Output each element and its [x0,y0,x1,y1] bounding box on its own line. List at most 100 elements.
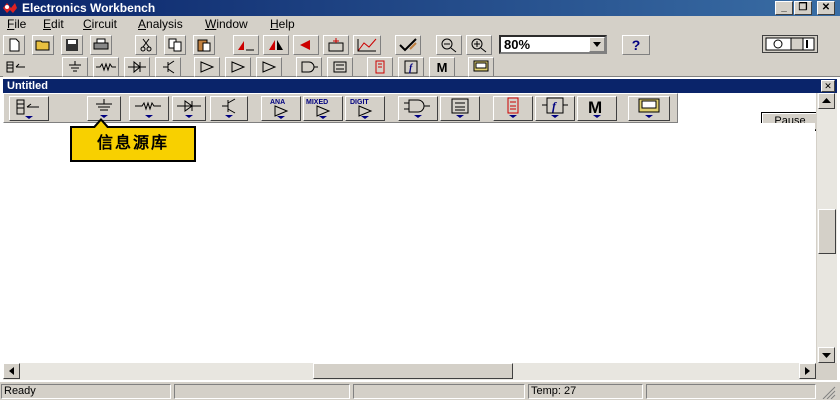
misc-icon: M [588,98,602,118]
minimize-button[interactable]: _ [775,1,793,15]
parts-bin-toggle-button[interactable] [3,57,29,77]
instruments-bin-button[interactable] [468,57,494,77]
open-folder-icon [35,40,50,51]
instrument-icon [638,98,660,118]
digital-bin-button[interactable] [440,96,480,121]
paste-button[interactable] [193,35,215,55]
svg-text:MIXED: MIXED [306,99,328,106]
properties-icon [328,38,344,52]
basic-bin-button[interactable] [93,57,119,77]
chevron-down-icon[interactable] [589,37,605,52]
status-bar: Ready Temp: 27 [0,382,840,400]
zoom-in-button[interactable] [466,35,492,55]
basic-bin-button[interactable] [129,96,169,121]
flip-vertical-button[interactable] [293,35,319,55]
paste-clipboard-icon [197,39,211,52]
zoom-level-select[interactable]: 80% [499,35,607,54]
parts-bin-icon [6,61,25,73]
horizontal-scrollbar[interactable] [3,363,816,380]
document-close-button[interactable]: ✕ [821,80,835,92]
tooltip-pointer-fill [94,121,108,129]
opamp-icon: ANA [270,99,289,119]
scroll-left-button[interactable] [3,363,20,379]
analog-ics-bin-button[interactable] [194,57,220,77]
zoom-out-icon [441,38,457,53]
logic-gates-bin-button[interactable] [296,57,322,77]
menu-analysis[interactable]: Analysis [138,17,183,31]
parts-bin-button[interactable] [9,96,49,121]
diode-icon [128,60,146,74]
opamp-icon [200,61,215,73]
open-file-button[interactable] [32,35,54,55]
save-button[interactable] [61,35,83,55]
display-graphs-button[interactable] [395,35,421,55]
app-icon [2,1,18,15]
flip-horizontal-icon [269,40,283,50]
menu-help[interactable]: Help [270,17,295,31]
svg-text:f: f [409,63,414,74]
print-button[interactable] [90,35,112,55]
rotate-button[interactable] [233,35,259,55]
mixed-ics-bin-button[interactable] [225,57,251,77]
zoom-out-button[interactable] [436,35,462,55]
graph-icon [357,38,377,52]
controls-bin-button[interactable]: f [535,96,575,121]
menu-circuit[interactable]: Circuit [83,17,117,31]
scroll-right-button[interactable] [799,363,816,379]
indicators-bin-button[interactable] [493,96,533,121]
status-temperature: Temp: 27 [528,384,643,399]
controls-bin-button[interactable]: f [398,57,424,77]
copy-icon [168,38,182,52]
new-file-icon [9,38,20,52]
diodes-bin-button[interactable] [124,57,150,77]
digital-bin-button[interactable] [327,57,353,77]
arrow-left-icon [9,367,14,375]
analog-ics-bin-button[interactable]: ANA [261,96,301,121]
instruments-bin-button[interactable] [628,96,670,121]
new-file-button[interactable] [3,35,25,55]
and-gate-icon [404,99,430,118]
transistors-bin-button[interactable] [210,96,248,121]
help-button[interactable]: ? [622,35,650,55]
miscellaneous-bin-button[interactable]: M [577,96,617,121]
vertical-scrollbar[interactable] [816,93,837,363]
mixed-ics-bin-button[interactable]: MIXED [303,96,343,121]
menu-file[interactable]: File [7,17,26,31]
miscellaneous-bin-button[interactable]: M [429,57,455,77]
svg-text:DIGIT: DIGIT [350,99,369,106]
flip-vertical-icon [300,40,310,50]
power-switch[interactable] [762,35,818,53]
cut-button[interactable] [135,35,157,55]
scroll-up-button[interactable] [818,93,835,109]
horizontal-scroll-thumb[interactable] [313,363,513,379]
restore-button[interactable]: ❐ [794,1,812,15]
flip-horizontal-button[interactable] [263,35,289,55]
parts-bin-icon [16,99,39,119]
resistor-icon [135,101,161,118]
sources-bin-button[interactable] [62,57,88,77]
scroll-down-button[interactable] [818,347,835,363]
component-properties-button[interactable] [323,35,349,55]
copy-button[interactable] [164,35,186,55]
menu-window[interactable]: Window [205,17,248,31]
menu-edit[interactable]: Edit [43,17,64,31]
logic-gates-bin-button[interactable] [398,96,438,121]
status-message: Ready [1,384,171,399]
flipflop-icon [333,61,347,73]
transistors-bin-button[interactable] [155,57,181,77]
digital-ics-bin-button[interactable] [256,57,282,77]
digital-ics-bin-button[interactable]: DIGIT [345,96,385,121]
document-title: Untitled [7,80,48,92]
vertical-scroll-thumb[interactable] [818,209,836,254]
status-panel-2 [174,384,350,399]
app-title-bar: Electronics Workbench _ ❐ ✕ [0,0,840,16]
diodes-bin-button[interactable] [172,96,206,121]
menu-bar: File Edit Circuit Analysis Window Help [0,16,840,33]
scissors-icon [140,38,152,52]
document-title-bar: Untitled ✕ [3,79,837,93]
close-button[interactable]: ✕ [817,1,835,15]
components-toolbar: f M Pause [0,56,840,131]
scrollbar-corner [816,363,837,380]
indicators-bin-button[interactable] [367,57,393,77]
create-subcircuit-button[interactable] [353,35,381,55]
